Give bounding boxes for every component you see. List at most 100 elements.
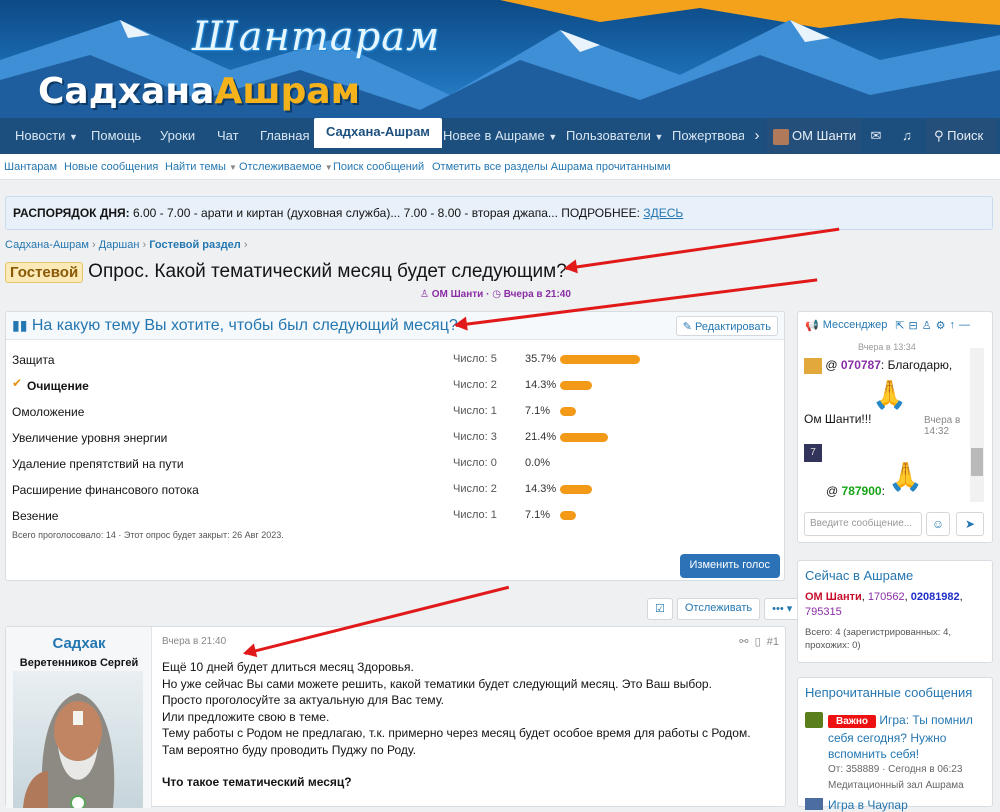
- chevron-right-icon[interactable]: ›: [748, 118, 766, 154]
- arrow-up-icon[interactable]: ↑: [950, 319, 956, 332]
- chevron-right-icon: ›: [91, 239, 96, 251]
- chat-message: @ 070787: Благодарю,: [804, 358, 952, 374]
- more-options-button[interactable]: ••• ▾: [764, 598, 801, 620]
- online-user[interactable]: ОМ Шанти: [805, 591, 862, 603]
- subnav-shantaram[interactable]: Шантарам: [4, 161, 57, 173]
- poll-option: Удаление препятствий на пути Число: 0 0.0%: [12, 454, 772, 476]
- subnav-find-threads[interactable]: Найти темы ▼: [165, 161, 237, 173]
- watch-button[interactable]: Отслеживать: [676, 598, 761, 620]
- online-user[interactable]: 795315: [805, 606, 842, 618]
- count-label: Число:: [453, 509, 488, 521]
- post-author[interactable]: Садхак: [6, 635, 152, 652]
- share-icon[interactable]: ⚯: [739, 636, 748, 648]
- unread-title[interactable]: Непрочитанные сообщения: [798, 678, 992, 707]
- chevron-down-icon[interactable]: ▼: [548, 132, 557, 142]
- subnav-find-threads-label: Найти темы: [165, 161, 226, 173]
- chat-scrollbar[interactable]: [970, 348, 984, 502]
- online-user[interactable]: 170562: [868, 591, 905, 603]
- sub-nav: Шантарам Новые сообщения Найти темы ▼ От…: [0, 154, 1000, 180]
- chevron-down-icon[interactable]: ▼: [654, 132, 663, 142]
- poll-option-bar: [560, 511, 576, 520]
- nav-members[interactable]: Пользователи ▼: [566, 118, 663, 154]
- subnav-watched-label: Отслеживаемое: [239, 161, 322, 173]
- chat-input[interactable]: Введите сообщение...: [804, 512, 922, 536]
- poll-option-percent: 7.1%: [525, 405, 551, 417]
- nav-help[interactable]: Помощь: [91, 118, 141, 154]
- count-value: 1: [490, 509, 497, 521]
- notice-link[interactable]: ЗДЕСЬ: [643, 206, 683, 220]
- search-label: Поиск: [947, 128, 984, 143]
- count-value: 0: [490, 457, 497, 469]
- avatar[interactable]: [805, 712, 823, 728]
- main-nav: Новости ▼ Помощь Уроки Чат Главная Садха…: [0, 118, 1000, 154]
- post-date[interactable]: Вчера в 21:40: [162, 636, 226, 647]
- thread-author[interactable]: ОМ Шанти: [432, 289, 484, 300]
- poll-option-name: Расширение финансового потока: [12, 483, 199, 497]
- count-value: 5: [490, 353, 497, 365]
- thread-prefix-badge[interactable]: Гостевой: [5, 261, 84, 283]
- settings-icon[interactable]: ⚙: [936, 319, 946, 332]
- chat-user[interactable]: 070787: [841, 358, 881, 372]
- clock-icon: ◷: [492, 289, 501, 300]
- unread-item-forum[interactable]: Медитационный зал Ашрама: [828, 778, 988, 794]
- annotation-arrow: [565, 227, 840, 270]
- messenger-title[interactable]: Мессенджер: [823, 319, 888, 332]
- poll-option: Везение Число: 1 7.1%: [12, 506, 772, 528]
- nav-sadhana-ashram[interactable]: Садхана-Ашрам: [314, 118, 442, 148]
- bookmark-icon[interactable]: ▯: [755, 636, 761, 648]
- post-user-info: Садхак Веретенников Сергей: [6, 627, 152, 811]
- unread-item-title[interactable]: Игра в Чаупар: [828, 798, 908, 812]
- subnav-mark-read[interactable]: Отметить все разделы Ашрама прочитанными: [432, 161, 671, 173]
- thread-time[interactable]: Вчера в 21:40: [504, 289, 571, 300]
- online-widget: Сейчас в Ашраме ОМ Шанти, 170562, 020819…: [797, 560, 993, 663]
- nav-home[interactable]: Главная: [260, 118, 309, 154]
- daily-schedule-notice: РАСПОРЯДОК ДНЯ: 6.00 - 7.00 - арати и ки…: [5, 196, 993, 230]
- poll-option: ✔ Очищение Число: 2 14.3%: [12, 376, 772, 398]
- poll-option-bar: [560, 407, 576, 416]
- archive-icon[interactable]: ⊟: [909, 319, 918, 332]
- megaphone-icon: 📢: [805, 320, 819, 332]
- subnav-new-posts[interactable]: Новые сообщения: [64, 161, 158, 173]
- count-label: Число:: [453, 405, 488, 417]
- change-vote-button[interactable]: Изменить голос: [679, 554, 780, 578]
- online-title[interactable]: Сейчас в Ашраме: [798, 561, 992, 590]
- scroll-thumb[interactable]: [971, 448, 983, 476]
- nav-donate[interactable]: Пожертвова: [672, 118, 744, 154]
- count-label: Число:: [453, 353, 488, 365]
- search-button[interactable]: ⚲ Поиск: [926, 118, 996, 154]
- online-user[interactable]: 02081982: [911, 591, 960, 603]
- breadcrumb-item[interactable]: Садхана-Ашрам: [5, 239, 89, 251]
- post: Садхак Веретенников Сергей Вчера в 21:40…: [5, 626, 786, 811]
- emoji-icon[interactable]: ☺: [926, 512, 950, 536]
- breadcrumb-item[interactable]: Гостевой раздел: [149, 239, 241, 251]
- breadcrumb-item[interactable]: Даршан: [99, 239, 140, 251]
- send-icon[interactable]: ➤: [956, 512, 984, 536]
- subnav-search-posts[interactable]: Поиск сообщений: [333, 161, 424, 173]
- minimize-icon[interactable]: —: [959, 319, 970, 332]
- site-logo[interactable]: СадханаАшрам: [38, 72, 360, 112]
- chevron-down-icon[interactable]: ▼: [69, 132, 78, 142]
- nav-whats-new[interactable]: Новее в Ашраме ▼: [443, 118, 557, 154]
- poll-option-count: Число: 3: [453, 431, 497, 443]
- site-header: Шантарам СадханаАшрам: [0, 0, 1000, 118]
- poll-option-name: Удаление препятствий на пути: [12, 457, 184, 471]
- avatar[interactable]: [805, 798, 823, 810]
- nav-news[interactable]: Новости ▼: [15, 118, 78, 154]
- poll-option-count: Число: 2: [453, 483, 497, 495]
- chat-user[interactable]: 787900: [842, 484, 882, 498]
- nav-chat[interactable]: Чат: [217, 118, 239, 154]
- nav-lessons[interactable]: Уроки: [160, 118, 195, 154]
- avatar[interactable]: [13, 671, 143, 811]
- bell-icon[interactable]: ♫: [897, 118, 917, 154]
- checkbox-icon[interactable]: ☑: [647, 598, 673, 620]
- logo-part-1: Садхана: [38, 71, 215, 112]
- users-icon[interactable]: ♙: [922, 319, 932, 332]
- edit-poll-button[interactable]: ✎ Редактировать: [675, 316, 778, 336]
- envelope-icon[interactable]: ✉: [866, 118, 886, 154]
- user-menu[interactable]: ОМ Шанти: [767, 118, 861, 154]
- post-number[interactable]: #1: [767, 636, 779, 648]
- count-label: Число:: [453, 379, 488, 391]
- avatar[interactable]: 7: [804, 444, 822, 462]
- subnav-watched[interactable]: Отслеживаемое ▼: [239, 161, 333, 173]
- external-link-icon[interactable]: ⇱: [895, 319, 904, 332]
